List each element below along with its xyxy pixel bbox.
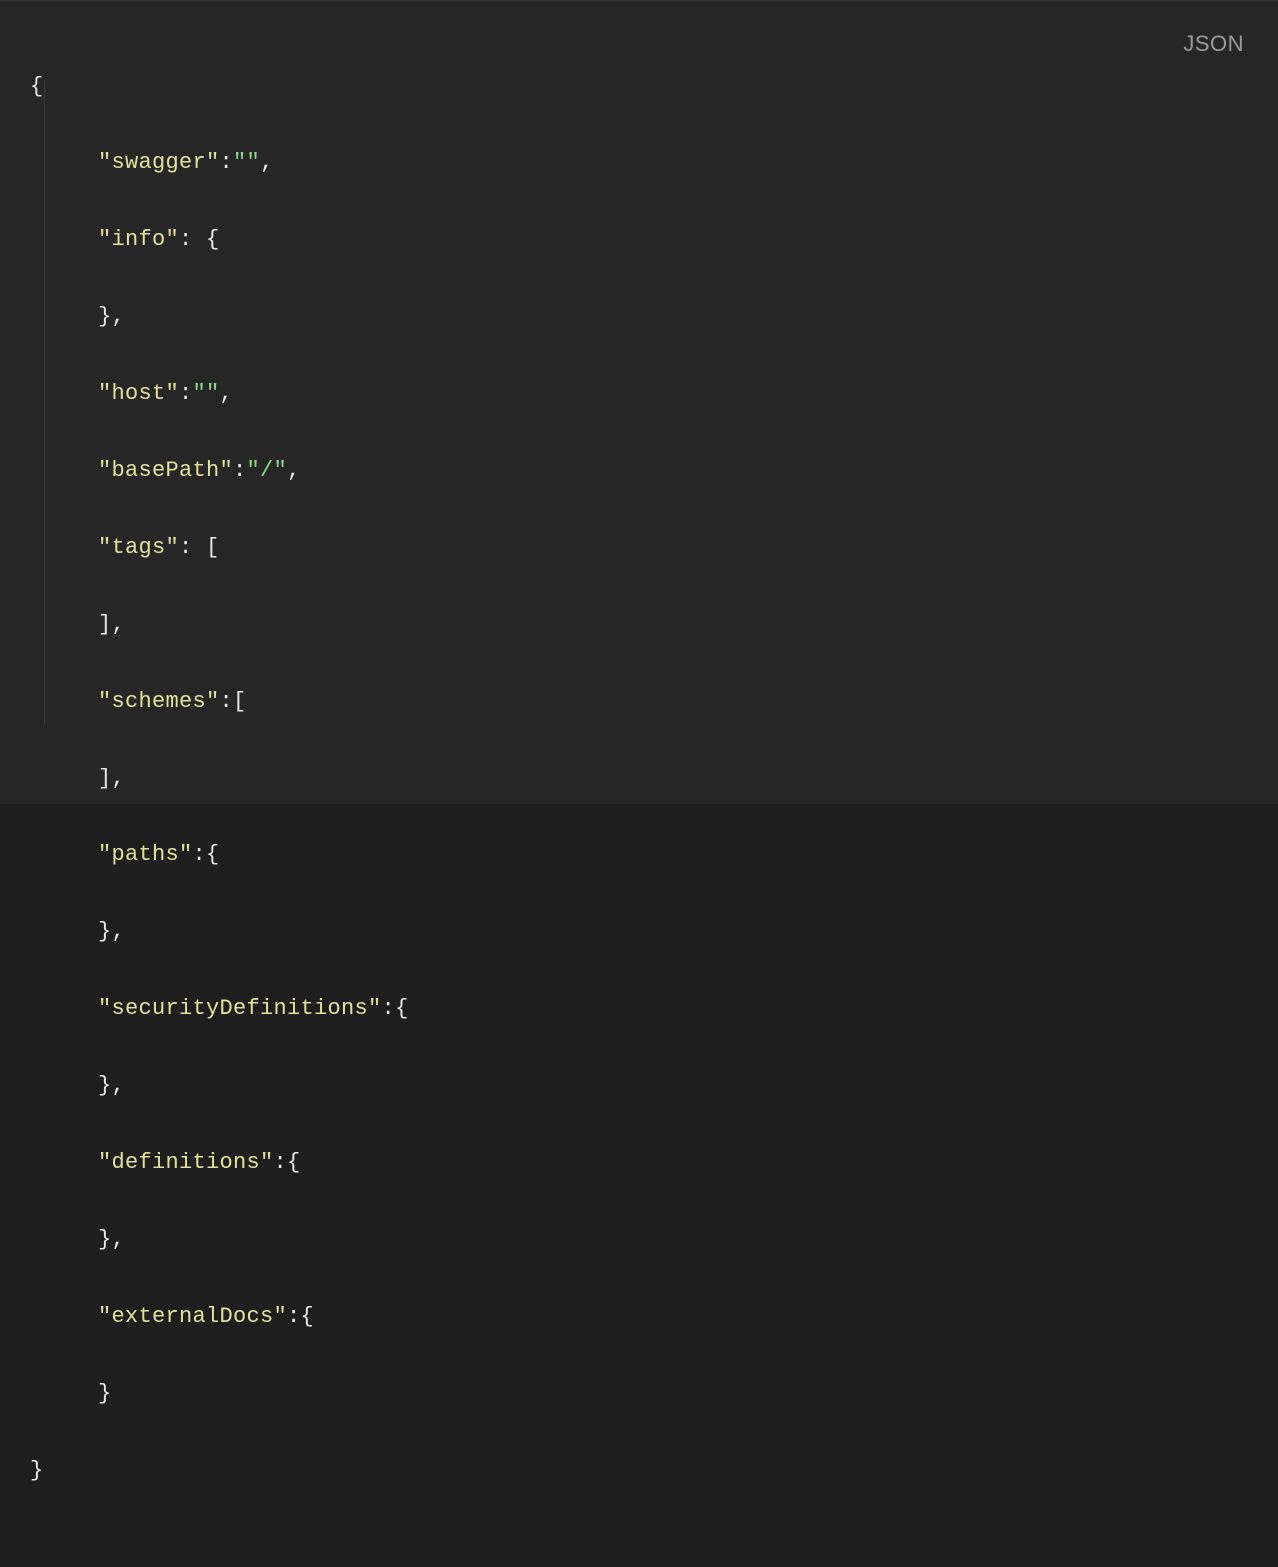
comma: , xyxy=(287,458,301,483)
bracket-close: ], xyxy=(98,766,125,791)
code-line: }, xyxy=(30,1221,1248,1259)
colon: : xyxy=(382,996,396,1021)
json-key: "host" xyxy=(98,381,179,406)
code-line: "swagger":"", xyxy=(30,144,1248,182)
colon: : xyxy=(220,689,234,714)
brace-close: }, xyxy=(98,919,125,944)
colon: : xyxy=(179,381,193,406)
brace-open: { xyxy=(30,74,44,99)
colon: : xyxy=(179,227,206,252)
colon: : xyxy=(287,1304,301,1329)
comma: , xyxy=(260,150,274,175)
code-line: "schemes":[ xyxy=(30,683,1248,721)
json-string: "" xyxy=(233,150,260,175)
colon: : xyxy=(220,150,234,175)
brace-open: { xyxy=(301,1304,315,1329)
brace-open: { xyxy=(206,227,220,252)
brace-close: }, xyxy=(98,1227,125,1252)
json-key: "definitions" xyxy=(98,1150,274,1175)
code-line: ], xyxy=(30,606,1248,644)
brace-close: } xyxy=(30,1458,44,1483)
json-key: "schemes" xyxy=(98,689,220,714)
code-line: "host":"", xyxy=(30,375,1248,413)
code-line: }, xyxy=(30,913,1248,951)
brace-close: }, xyxy=(98,304,125,329)
colon: : xyxy=(193,842,207,867)
code-line: ], xyxy=(30,760,1248,798)
code-line: "securityDefinitions":{ xyxy=(30,990,1248,1028)
json-key: "info" xyxy=(98,227,179,252)
bracket-open: [ xyxy=(233,689,247,714)
code-line: } xyxy=(30,1452,1248,1490)
colon: : xyxy=(233,458,247,483)
colon: : xyxy=(274,1150,288,1175)
code-block-container: JSON { "swagger":"", "info": { }, "host"… xyxy=(0,0,1278,804)
json-key: "basePath" xyxy=(98,458,233,483)
code-line: "basePath":"/", xyxy=(30,452,1248,490)
code-line: "externalDocs":{ xyxy=(30,1298,1248,1336)
brace-close: } xyxy=(98,1381,112,1406)
brace-open: { xyxy=(206,842,220,867)
code-line: "info": { xyxy=(30,221,1248,259)
brace-open: { xyxy=(287,1150,301,1175)
language-badge: JSON xyxy=(1183,25,1244,64)
json-key: "externalDocs" xyxy=(98,1304,287,1329)
json-key: "securityDefinitions" xyxy=(98,996,382,1021)
colon: : xyxy=(179,535,206,560)
bracket-close: ], xyxy=(98,612,125,637)
indent-guide xyxy=(44,80,45,724)
code-line: } xyxy=(30,1375,1248,1413)
code-line: }, xyxy=(30,298,1248,336)
comma: , xyxy=(220,381,234,406)
brace-close: }, xyxy=(98,1073,125,1098)
json-key: "paths" xyxy=(98,842,193,867)
json-string: "" xyxy=(193,381,220,406)
code-line: "definitions":{ xyxy=(30,1144,1248,1182)
code-content[interactable]: { "swagger":"", "info": { }, "host":"", … xyxy=(30,29,1248,1567)
json-string: "/" xyxy=(247,458,288,483)
code-line: "paths":{ xyxy=(30,836,1248,874)
json-key: "tags" xyxy=(98,535,179,560)
code-line: }, xyxy=(30,1067,1248,1105)
brace-open: { xyxy=(395,996,409,1021)
json-key: "swagger" xyxy=(98,150,220,175)
code-line: "tags": [ xyxy=(30,529,1248,567)
bracket-open: [ xyxy=(206,535,220,560)
code-line: { xyxy=(30,68,1248,106)
